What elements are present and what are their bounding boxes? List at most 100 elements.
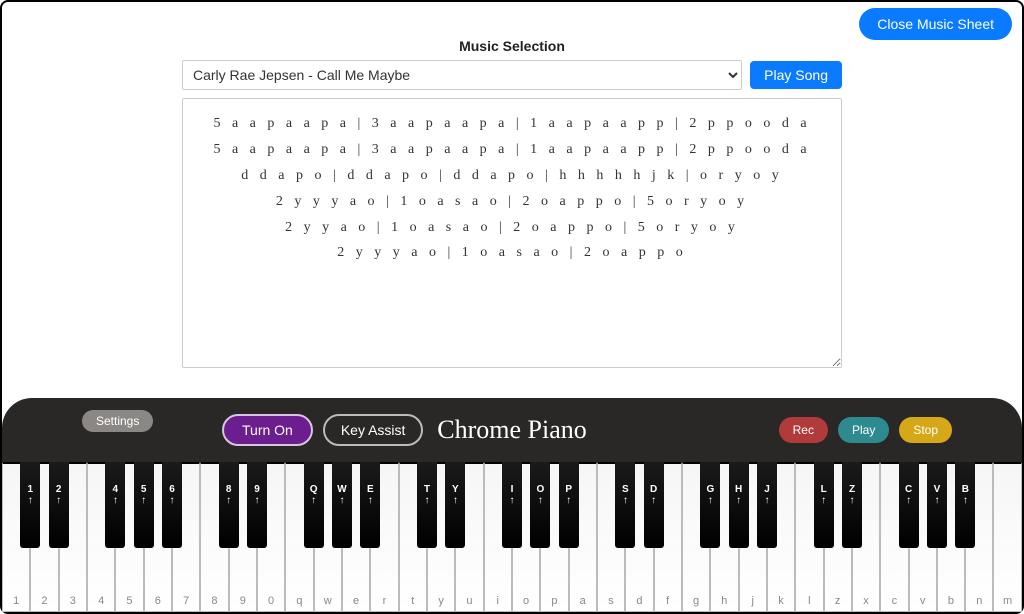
up-arrow-icon: ↑ (955, 495, 975, 506)
black-key[interactable]: D↑ (644, 462, 664, 548)
black-key-label: V (927, 484, 947, 495)
white-key-label: z (835, 595, 841, 607)
white-key-label: f (666, 595, 669, 607)
up-arrow-icon: ↑ (134, 495, 154, 506)
up-arrow-icon: ↑ (20, 495, 40, 506)
black-key[interactable]: L↑ (814, 462, 834, 548)
white-key[interactable]: m (993, 462, 1021, 612)
up-arrow-icon: ↑ (729, 495, 749, 506)
white-key-label: s (608, 595, 614, 607)
black-key[interactable]: 5↑ (134, 462, 154, 548)
black-key[interactable]: 8↑ (219, 462, 239, 548)
black-key-label: Z (842, 484, 862, 495)
section-title: Music Selection (182, 38, 842, 54)
song-select[interactable]: Carly Rae Jepsen - Call Me Maybe (182, 60, 742, 90)
black-key-label: 8 (219, 484, 239, 495)
black-key-label: B (955, 484, 975, 495)
music-sheet[interactable]: 5 a a p a a p a | 3 a a p a a p a | 1 a … (182, 98, 842, 368)
up-arrow-icon: ↑ (304, 495, 324, 506)
white-key-label: u (466, 595, 472, 607)
white-key-label: 7 (183, 595, 189, 607)
turn-on-button[interactable]: Turn On (222, 414, 313, 446)
white-key-label: i (497, 595, 499, 607)
up-arrow-icon: ↑ (445, 495, 465, 506)
black-key[interactable]: Q↑ (304, 462, 324, 548)
black-key[interactable]: J↑ (757, 462, 777, 548)
white-key-label: 2 (41, 595, 47, 607)
black-key[interactable]: E↑ (360, 462, 380, 548)
black-key[interactable]: B↑ (955, 462, 975, 548)
white-key-label: p (551, 595, 557, 607)
white-key-label: t (411, 595, 414, 607)
black-key[interactable]: G↑ (700, 462, 720, 548)
white-key-label: m (1003, 595, 1012, 607)
up-arrow-icon: ↑ (219, 495, 239, 506)
up-arrow-icon: ↑ (842, 495, 862, 506)
black-key[interactable]: S↑ (615, 462, 635, 548)
piano-title: Chrome Piano (437, 415, 587, 445)
black-key-label: P (559, 484, 579, 495)
black-key[interactable]: P↑ (559, 462, 579, 548)
black-key[interactable]: 2↑ (49, 462, 69, 548)
up-arrow-icon: ↑ (530, 495, 550, 506)
white-key-label: w (324, 595, 332, 607)
black-key-label: Q (304, 484, 324, 495)
sheet-line: 2 y y y a o | 1 o a s a o | 2 o a p p o … (203, 189, 821, 215)
record-button[interactable]: Rec (779, 417, 828, 443)
up-arrow-icon: ↑ (49, 495, 69, 506)
white-key-label: h (721, 595, 727, 607)
up-arrow-icon: ↑ (615, 495, 635, 506)
up-arrow-icon: ↑ (332, 495, 352, 506)
black-key[interactable]: 1↑ (20, 462, 40, 548)
black-key[interactable]: Z↑ (842, 462, 862, 548)
up-arrow-icon: ↑ (105, 495, 125, 506)
white-key-label: x (863, 595, 869, 607)
up-arrow-icon: ↑ (247, 495, 267, 506)
black-key[interactable]: H↑ (729, 462, 749, 548)
black-key[interactable]: W↑ (332, 462, 352, 548)
black-key-label: 1 (20, 484, 40, 495)
black-key[interactable]: V↑ (927, 462, 947, 548)
black-key[interactable]: C↑ (899, 462, 919, 548)
white-key-label: g (693, 595, 699, 607)
up-arrow-icon: ↑ (814, 495, 834, 506)
black-key[interactable]: Y↑ (445, 462, 465, 548)
key-assist-button[interactable]: Key Assist (323, 414, 424, 446)
black-key-label: 2 (49, 484, 69, 495)
sheet-line: d d a p o | d d a p o | d d a p o | h h … (203, 163, 821, 189)
up-arrow-icon: ↑ (927, 495, 947, 506)
up-arrow-icon: ↑ (559, 495, 579, 506)
black-key-label: J (757, 484, 777, 495)
black-key-label: D (644, 484, 664, 495)
black-key-label: H (729, 484, 749, 495)
play-song-button[interactable]: Play Song (750, 61, 842, 89)
stop-button[interactable]: Stop (899, 417, 952, 443)
white-key-label: 0 (268, 595, 274, 607)
white-key-label: 4 (98, 595, 104, 607)
black-key-label: E (360, 484, 380, 495)
white-key-label: v (920, 595, 926, 607)
white-key-label: b (948, 595, 954, 607)
black-key-label: 9 (247, 484, 267, 495)
white-key-label: 3 (70, 595, 76, 607)
black-key-label: L (814, 484, 834, 495)
black-key[interactable]: O↑ (530, 462, 550, 548)
white-key-label: e (353, 595, 359, 607)
white-key-label: d (636, 595, 642, 607)
white-key-label: j (751, 595, 753, 607)
black-key[interactable]: 4↑ (105, 462, 125, 548)
white-key-label: 8 (211, 595, 217, 607)
settings-button[interactable]: Settings (82, 410, 153, 432)
black-key[interactable]: T↑ (417, 462, 437, 548)
black-key[interactable]: I↑ (502, 462, 522, 548)
black-key[interactable]: 9↑ (247, 462, 267, 548)
play-button[interactable]: Play (838, 417, 889, 443)
black-key[interactable]: 6↑ (162, 462, 182, 548)
up-arrow-icon: ↑ (162, 495, 182, 506)
white-key-label: q (296, 595, 302, 607)
piano-toolbar: Settings Turn On Key Assist Chrome Piano… (2, 398, 1022, 462)
black-key-label: Y (445, 484, 465, 495)
close-music-sheet-button[interactable]: Close Music Sheet (859, 8, 1012, 40)
white-key-label: n (976, 595, 982, 607)
black-key-label: 5 (134, 484, 154, 495)
